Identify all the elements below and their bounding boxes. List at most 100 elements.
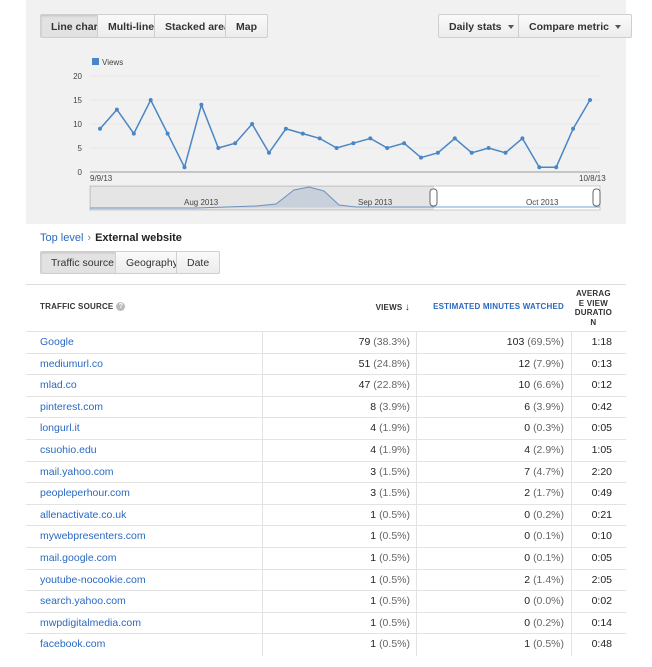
views-cell: 1 (0.5%) [370,638,410,650]
minutes-value: 0 [524,422,531,435]
column-divider [262,569,263,592]
column-header-estimated-minutes[interactable]: ESTIMATED MINUTES WATCHED [433,302,564,311]
minutes-value: 103 [506,336,525,348]
minutes-cell: 103 (69.5%) [507,336,564,348]
data-point[interactable] [588,98,592,102]
traffic-source-link[interactable]: mlad.co [40,379,77,391]
data-point[interactable] [98,126,102,131]
minutes-percent: (1.7%) [533,487,564,500]
minutes-value: 0 [524,508,531,521]
table-row: youtube-nocookie.com 1 (0.5%) 2 (1.4%) 2:05 [26,568,626,592]
data-point[interactable] [537,165,542,170]
daily-stats-dropdown[interactable]: Daily stats [438,14,525,38]
daily-stats-label: Daily stats [449,21,502,33]
minutes-cell: 0 (0.3%) [524,422,564,434]
avg-duration-value: 0:05 [591,552,612,564]
table-row: allenactivate.co.uk 1 (0.5%) 0 (0.2%) 0:21 [26,503,626,527]
column-divider [571,634,572,656]
data-point[interactable] [486,146,491,150]
traffic-source-link[interactable]: mywebpresenters.com [40,530,146,542]
data-point[interactable] [402,141,407,146]
avg-duration-value: 0:02 [591,595,612,608]
traffic-source-link[interactable]: mail.google.com [40,552,116,564]
breadcrumb-top-level-link[interactable]: Top level [40,232,83,244]
avg-duration-value: 0:13 [591,357,612,370]
data-point[interactable] [435,150,440,155]
avg-duration-value: 0:10 [591,530,612,543]
help-icon[interactable]: ? [116,302,126,312]
column-divider [262,375,263,397]
table-row: longurl.it 4 (1.9%) 0 (0.3%) 0:05 [26,417,626,440]
data-point[interactable] [250,122,255,126]
data-point[interactable] [317,136,322,141]
traffic-source-link[interactable]: csuohio.edu [40,444,97,456]
data-point[interactable] [503,150,508,155]
traffic-source-link[interactable]: peopleperhour.com [40,487,130,499]
data-point[interactable] [368,136,373,141]
data-point[interactable] [267,150,271,155]
traffic-source-link[interactable]: mediumurl.co [40,358,103,370]
views-percent: (1.9%) [379,444,410,456]
column-header-views[interactable]: VIEWS ↓ [376,302,410,313]
tab-date[interactable]: Date [176,251,221,274]
avg-duration-value: 0:48 [591,638,612,651]
data-point[interactable] [469,150,474,155]
data-point[interactable] [554,165,559,170]
compare-metric-label: Compare metric [529,21,609,33]
data-point[interactable] [571,126,576,131]
data-point[interactable] [165,131,170,136]
traffic-source-link[interactable]: longurl.it [40,422,80,434]
traffic-source-link[interactable]: allenactivate.co.uk [40,509,126,521]
views-cell: 4 (1.9%) [370,444,410,456]
column-divider [262,612,263,635]
data-point[interactable] [334,146,339,150]
column-header-traffic-source[interactable]: TRAFFIC SOURCE? [40,302,126,312]
data-point[interactable] [199,102,204,107]
views-cell: 79 (38.3%) [359,336,410,348]
navigator-left-handle[interactable] [429,188,438,207]
traffic-source-link[interactable]: facebook.com [40,638,105,650]
column-divider [262,526,263,548]
traffic-source-link[interactable]: Google [40,336,74,348]
avg-duration-value: 1:18 [591,336,612,348]
traffic-source-link[interactable]: mwpdigitalmedia.com [40,617,141,629]
chevron-down-icon [507,25,514,30]
views-value: 1 [370,508,377,521]
data-point[interactable] [114,107,119,112]
data-point[interactable] [131,131,136,136]
data-point[interactable] [216,146,221,150]
minutes-value: 4 [524,444,531,456]
column-divider [571,569,572,592]
data-point[interactable] [182,165,187,170]
column-divider [416,461,417,484]
column-divider [571,461,572,484]
data-point[interactable] [419,155,423,160]
traffic-source-link[interactable]: pinterest.com [40,401,103,413]
data-point[interactable] [283,126,288,131]
data-point[interactable] [148,98,153,102]
column-header-avg-duration[interactable]: AVERAG E VIEW DURATIO N [575,289,612,327]
data-point[interactable] [385,146,390,150]
tab-traffic-source[interactable]: Traffic source [40,251,126,274]
data-point[interactable] [520,136,525,141]
traffic-source-header-label: TRAFFIC SOURCE [40,302,114,311]
data-point[interactable] [452,136,457,141]
y-tick-label: 15 [73,96,82,105]
column-divider [416,353,417,376]
views-percent: (1.5%) [379,487,410,500]
column-divider [262,440,263,462]
data-point[interactable] [300,131,305,136]
traffic-source-link[interactable]: search.yahoo.com [40,595,126,607]
traffic-source-link[interactable]: youtube-nocookie.com [40,574,146,586]
map-button[interactable]: Map [225,14,268,38]
traffic-source-link[interactable]: mail.yahoo.com [40,466,114,478]
data-point[interactable] [351,141,356,146]
data-point[interactable] [233,141,238,146]
column-divider [262,591,263,613]
column-divider [416,440,417,462]
views-value: 1 [370,573,377,586]
column-divider [262,353,263,376]
navigator-right-handle[interactable] [592,188,601,207]
duration-header-line: DURATIO [574,308,612,317]
compare-metric-dropdown[interactable]: Compare metric [518,14,632,38]
